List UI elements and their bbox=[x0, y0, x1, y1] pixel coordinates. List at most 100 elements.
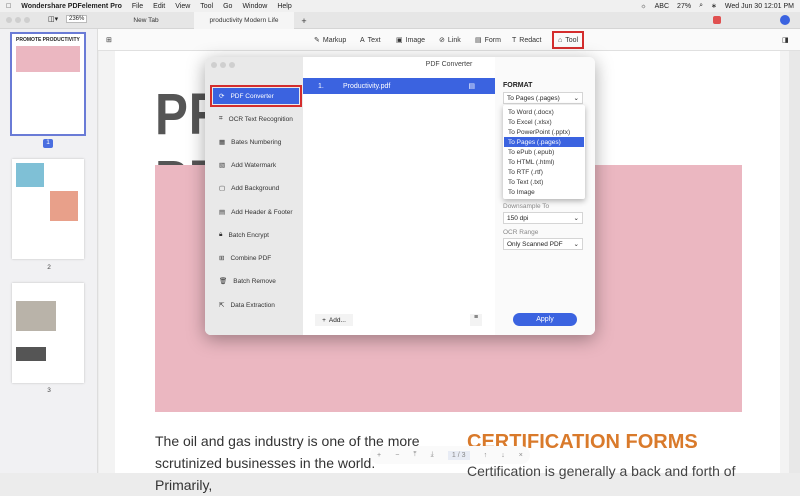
add-files-button[interactable]: + Add... bbox=[315, 314, 353, 326]
zoom-in-icon[interactable]: + bbox=[377, 452, 381, 459]
format-label: FORMAT bbox=[503, 82, 533, 89]
format-value: To Pages (.pages) bbox=[507, 94, 560, 102]
page-thumbnails: PROMOTE PRODUCTIVITY 1 2 3 bbox=[0, 29, 98, 473]
page-thumbnail-3[interactable] bbox=[12, 283, 84, 383]
format-select[interactable]: To Pages (.pages) ⌄ bbox=[503, 92, 583, 104]
tab-productivity[interactable]: productivity Modern Life bbox=[194, 12, 294, 29]
new-tab-button[interactable]: + bbox=[298, 12, 310, 29]
apply-button[interactable]: Apply bbox=[513, 313, 577, 326]
menu-help[interactable]: Help bbox=[277, 3, 291, 10]
menu-go[interactable]: Go bbox=[223, 3, 232, 10]
item-label: Data Extraction bbox=[230, 301, 275, 309]
page-thumbnail-1[interactable]: PROMOTE PRODUCTIVITY bbox=[10, 32, 86, 136]
grid-view-icon[interactable]: ⊞ bbox=[106, 33, 112, 47]
extract-icon: ⇱ bbox=[219, 302, 225, 309]
image-label: Image bbox=[405, 36, 426, 44]
format-option-word[interactable]: To Word (.docx) bbox=[504, 107, 584, 117]
dialog-item-ocr[interactable]: ⌗ OCR Text Recognition bbox=[213, 111, 299, 127]
background-icon: ▢ bbox=[219, 185, 226, 192]
gift-icon[interactable] bbox=[713, 16, 721, 24]
dialog-item-batch-remove[interactable]: 🗑︎ Batch Remove bbox=[213, 273, 299, 289]
add-label: Add... bbox=[328, 316, 346, 324]
next-page-icon[interactable]: ↓ bbox=[501, 452, 505, 459]
settings-pane: FORMAT To Pages (.pages) ⌄ Downsample To … bbox=[495, 57, 595, 335]
bluetooth-icon[interactable]: ∗ bbox=[711, 2, 717, 10]
plus-icon: + bbox=[322, 316, 326, 324]
file-icon[interactable]: ▤ bbox=[468, 82, 475, 90]
link-button[interactable]: ⊘ Link bbox=[439, 33, 461, 47]
menu-view[interactable]: View bbox=[175, 3, 190, 10]
format-option-image[interactable]: To Image bbox=[504, 187, 584, 197]
page-number-1: 1 bbox=[43, 139, 53, 148]
ocr-range-select[interactable]: Only Scanned PDF ⌄ bbox=[503, 238, 583, 250]
format-option-html[interactable]: To HTML (.html) bbox=[504, 157, 584, 167]
prev-page-icon[interactable]: ↑ bbox=[484, 452, 488, 459]
format-option-rtf[interactable]: To RTF (.rtf) bbox=[504, 167, 584, 177]
tab-new-tab[interactable]: New Tab bbox=[98, 12, 194, 29]
menu-file[interactable]: File bbox=[132, 3, 143, 10]
dialog-item-batch-encrypt[interactable]: 🔒︎ Batch Encrypt bbox=[213, 227, 299, 243]
dialog-window-controls[interactable] bbox=[211, 62, 235, 68]
watermark-icon: ▧ bbox=[219, 162, 226, 169]
page-sep: / bbox=[457, 451, 460, 459]
form-label: Form bbox=[484, 36, 501, 44]
dialog-item-header-footer[interactable]: ▤ Add Header & Footer bbox=[213, 204, 299, 220]
item-label: Batch Encrypt bbox=[228, 231, 269, 239]
page-indicator[interactable]: 1 / 3 bbox=[447, 450, 470, 460]
redact-button[interactable]: T Redact bbox=[512, 33, 541, 47]
close-icon[interactable]: × bbox=[519, 452, 523, 459]
link-label: Link bbox=[447, 36, 461, 44]
dialog-item-data-extraction[interactable]: ⇱ Data Extraction bbox=[213, 297, 299, 313]
format-option-pages[interactable]: To Pages (.pages) bbox=[504, 137, 584, 147]
tool-label: Tool bbox=[565, 36, 579, 44]
tool-button[interactable]: ⌂ Tool bbox=[551, 31, 585, 49]
form-icon: ▤ bbox=[475, 37, 482, 44]
page-thumbnail-2[interactable] bbox=[12, 159, 84, 259]
menu-window[interactable]: Window bbox=[242, 3, 267, 10]
list-menu-icon[interactable]: ≡ bbox=[470, 314, 482, 326]
ocr-range-label: OCR Range bbox=[503, 229, 539, 236]
format-option-powerpoint[interactable]: To PowerPoint (.pptx) bbox=[504, 127, 584, 137]
window-controls[interactable] bbox=[6, 17, 30, 23]
combine-icon: ⊞ bbox=[219, 255, 225, 262]
app-name[interactable]: Wondershare PDFelement Pro bbox=[21, 3, 122, 10]
menu-edit[interactable]: Edit bbox=[153, 3, 165, 10]
first-page-icon[interactable]: ⤒ bbox=[413, 451, 416, 459]
dialog-sidebar: ⟳ PDF Converter ⌗ OCR Text Recognition ▦ Ba… bbox=[205, 57, 303, 335]
chevron-down-icon: ⌄ bbox=[573, 215, 579, 222]
format-option-epub[interactable]: To ePub (.epub) bbox=[504, 147, 584, 157]
sidebar-toggle-icon[interactable]: ◫▾ bbox=[48, 15, 58, 23]
image-button[interactable]: ▣ Image bbox=[396, 33, 425, 47]
dialog-item-combine-pdf[interactable]: ⊞ Combine PDF bbox=[213, 250, 299, 266]
page-number-2: 2 bbox=[47, 264, 51, 271]
format-option-excel[interactable]: To Excel (.xlsx) bbox=[504, 117, 584, 127]
search-icon[interactable]: ⌕ bbox=[699, 2, 703, 10]
brightness-icon[interactable]: ☼ bbox=[640, 3, 646, 10]
scrollbar[interactable] bbox=[789, 51, 800, 473]
zoom-select[interactable]: 236% bbox=[66, 15, 88, 23]
apple-icon[interactable]:  bbox=[6, 3, 11, 10]
battery-status[interactable]: 27% bbox=[677, 3, 691, 10]
dialog-item-add-background[interactable]: ▢ Add Background bbox=[213, 180, 299, 196]
right-panel-icon[interactable]: ◨ bbox=[782, 33, 789, 47]
menu-tool[interactable]: Tool bbox=[200, 3, 213, 10]
markup-button[interactable]: ✎ Markup bbox=[314, 33, 346, 47]
text-button[interactable]: A Text bbox=[360, 33, 381, 47]
dialog-item-bates-numbering[interactable]: ▦ Bates Numbering bbox=[213, 134, 299, 150]
thumb-image bbox=[16, 347, 46, 361]
file-row[interactable]: 1. Productivity.pdf ▤ bbox=[303, 78, 495, 94]
form-button[interactable]: ▤ Form bbox=[475, 33, 501, 47]
dialog-item-add-watermark[interactable]: ▧ Add Watermark bbox=[213, 157, 299, 173]
zoom-out-icon[interactable]: − bbox=[395, 452, 399, 459]
item-label: Batch Remove bbox=[233, 277, 276, 285]
text-label: Text bbox=[367, 36, 381, 44]
text-icon: A bbox=[360, 36, 365, 44]
input-source[interactable]: ABC bbox=[655, 3, 669, 10]
item-label: OCR Text Recognition bbox=[228, 115, 293, 123]
downsample-select[interactable]: 150 dpi ⌄ bbox=[503, 212, 583, 224]
clock[interactable]: Wed Jun 30 12:01 PM bbox=[725, 3, 794, 10]
dialog-item-pdf-converter[interactable]: ⟳ PDF Converter bbox=[210, 85, 302, 107]
format-option-text[interactable]: To Text (.txt) bbox=[504, 177, 584, 187]
last-page-icon[interactable]: ⤓ bbox=[431, 451, 434, 459]
account-avatar[interactable] bbox=[780, 15, 790, 25]
